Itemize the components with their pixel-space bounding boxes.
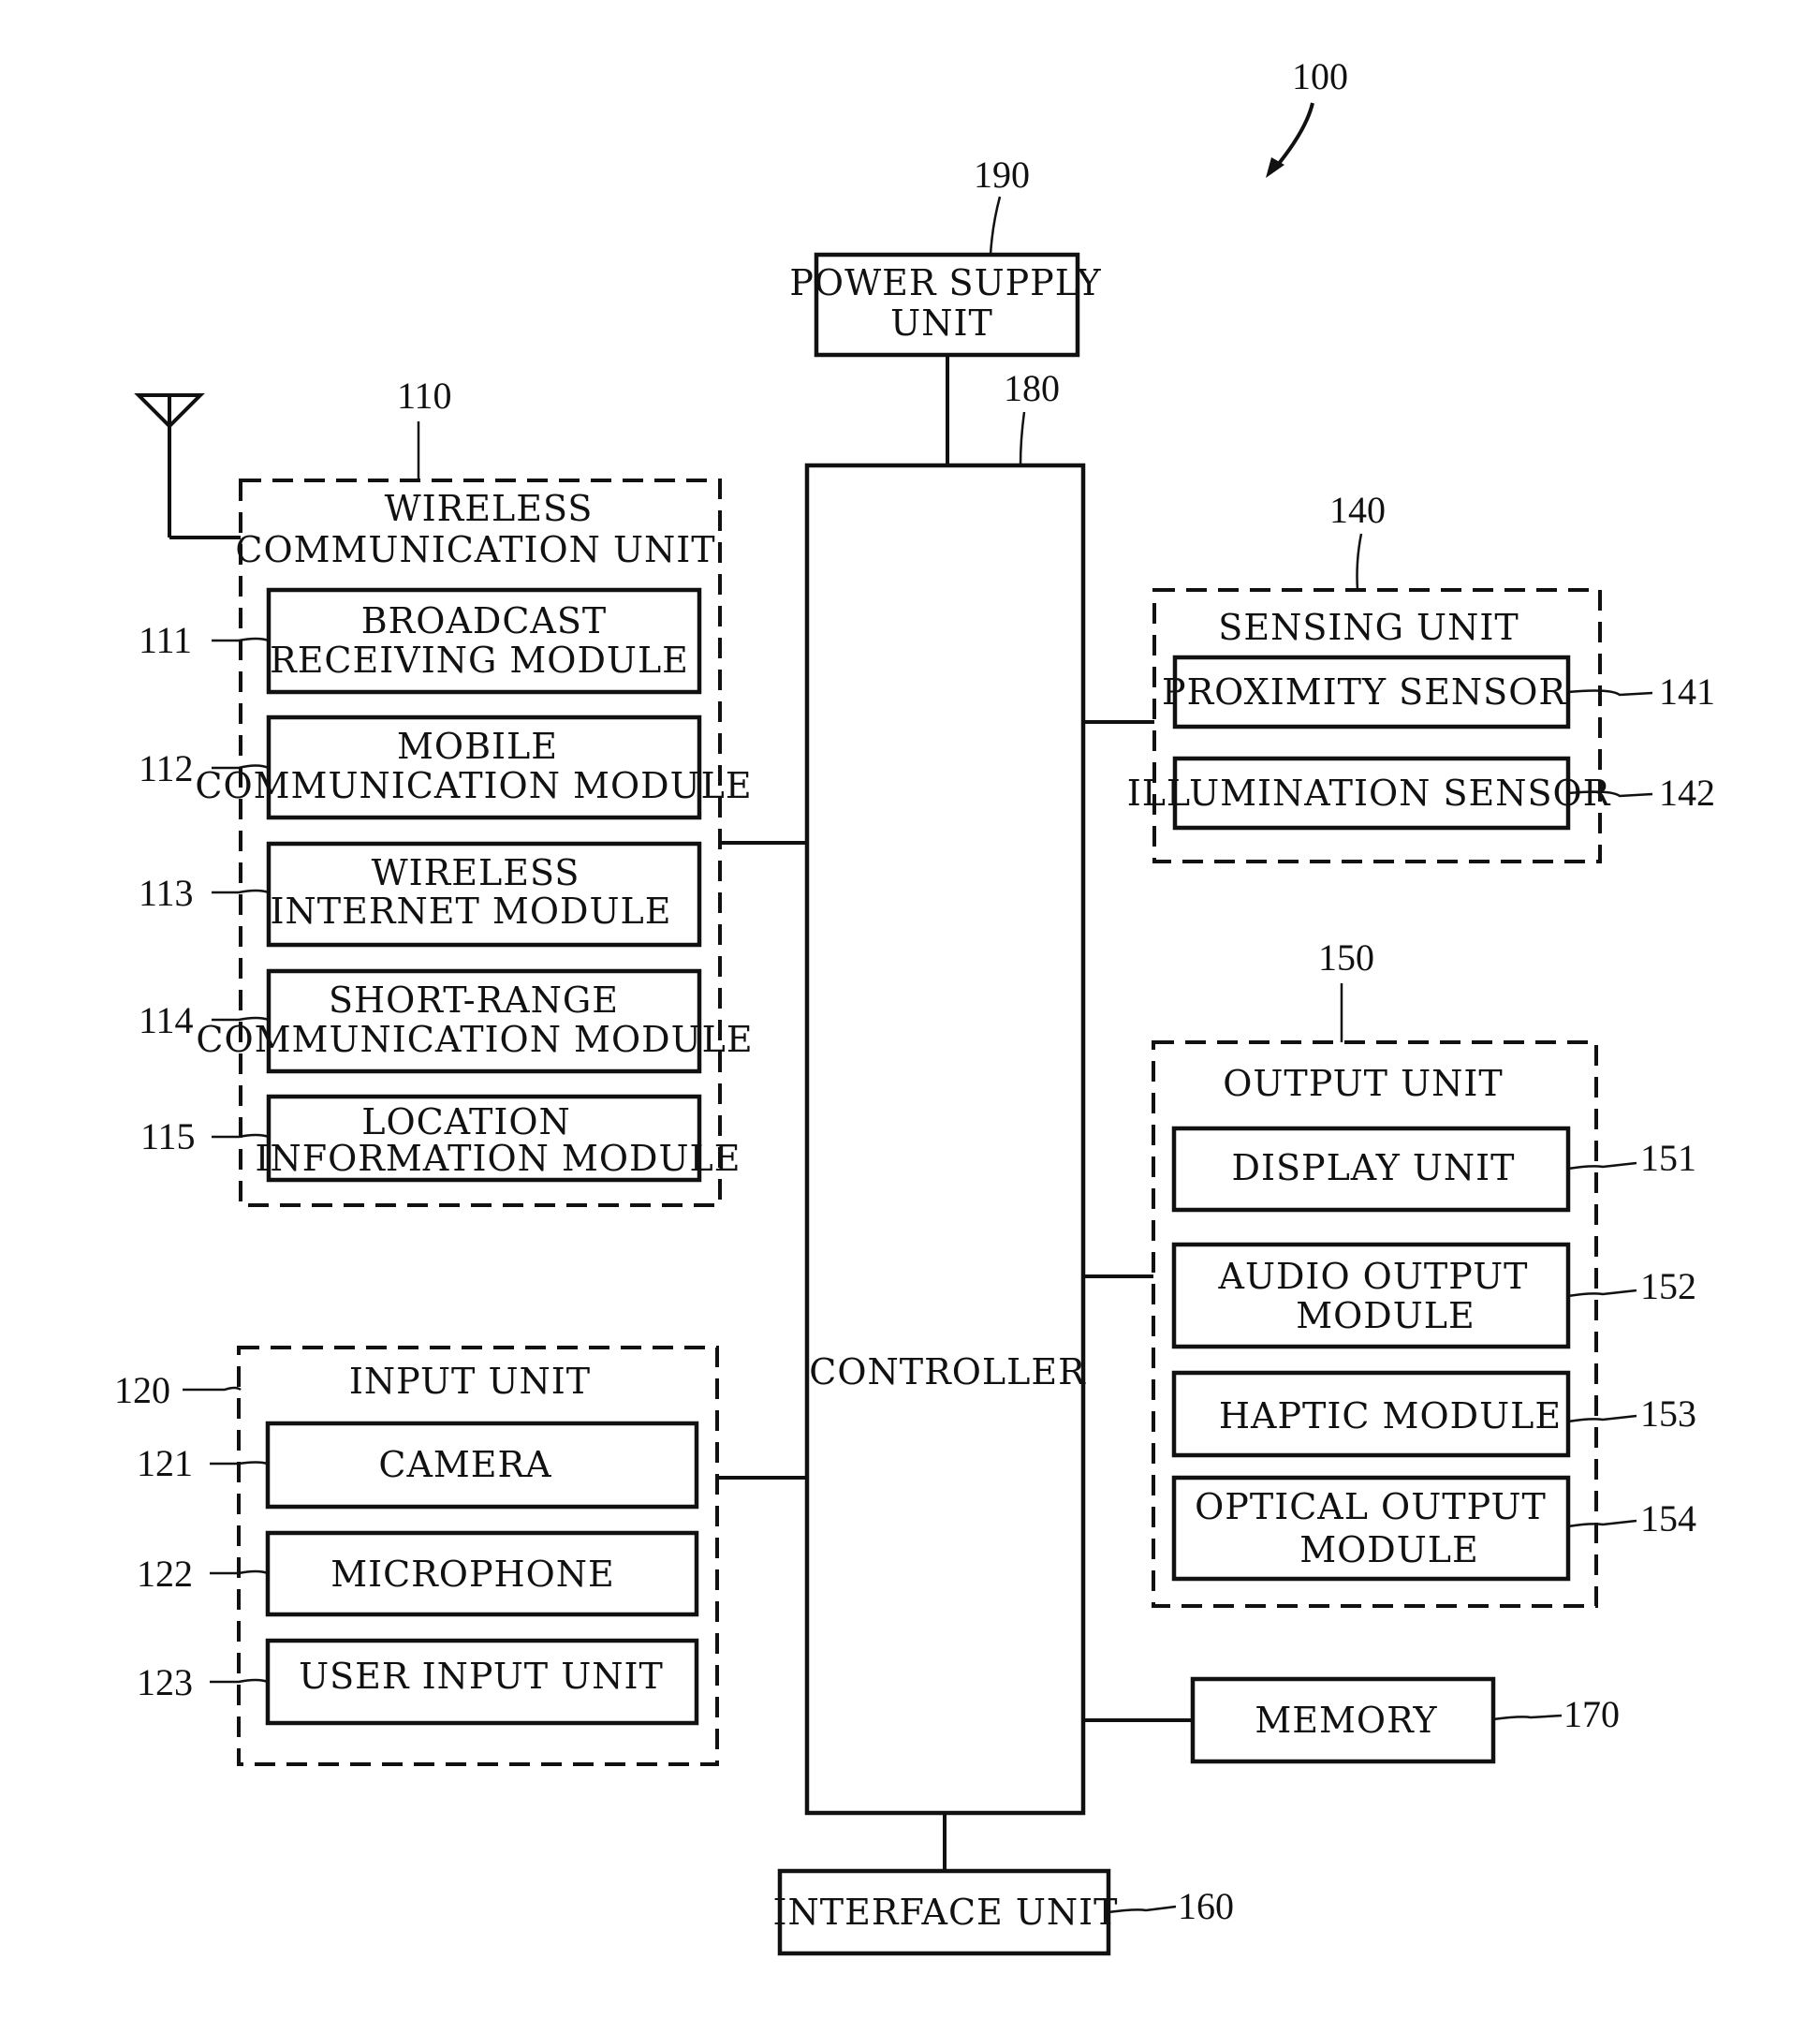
- svg-text:RECEIVING MODULE: RECEIVING MODULE: [270, 640, 689, 681]
- ref-140: 140: [1329, 489, 1386, 531]
- ref-123: 123: [137, 1661, 193, 1703]
- output-title: OUTPUT UNIT: [1223, 1063, 1504, 1104]
- ref-100: 100: [1292, 55, 1348, 97]
- ref-180: 180: [1004, 367, 1060, 409]
- module-142: ILLUMINATION SENSOR 142: [1127, 756, 1715, 831]
- svg-text:PROXIMITY SENSOR: PROXIMITY SENSOR: [1162, 671, 1566, 713]
- ref-110: 110: [397, 375, 452, 417]
- module-121: CAMERA 121: [137, 1421, 699, 1510]
- ref-190: 190: [974, 154, 1030, 196]
- wireless-title-2: COMMUNICATION UNIT: [235, 529, 715, 570]
- ref-141: 141: [1659, 670, 1715, 713]
- ref-114: 114: [139, 999, 194, 1041]
- module-122: MICROPHONE 122: [137, 1530, 699, 1617]
- wireless-title-1: WIRELESS: [385, 488, 594, 529]
- module-123: USER INPUT UNIT 123: [137, 1638, 699, 1726]
- svg-text:COMMUNICATION MODULE: COMMUNICATION MODULE: [196, 1019, 753, 1060]
- module-112: MOBILE COMMUNICATION MODULE 112: [139, 714, 752, 820]
- svg-text:MOBILE: MOBILE: [397, 726, 558, 767]
- ref-115: 115: [140, 1115, 196, 1157]
- power-supply-label-1: POWER SUPPLY: [789, 262, 1101, 303]
- svg-text:CAMERA: CAMERA: [378, 1444, 551, 1485]
- antenna-icon: [134, 393, 241, 539]
- ref-154: 154: [1640, 1497, 1696, 1539]
- module-111: BROADCAST RECEIVING MODULE 111: [139, 587, 702, 695]
- svg-text:COMMUNICATION MODULE: COMMUNICATION MODULE: [195, 765, 752, 806]
- controller-box: [804, 463, 1086, 1816]
- svg-text:INTERNET MODULE: INTERNET MODULE: [271, 891, 672, 932]
- figure-arrow-line: [1271, 102, 1314, 172]
- module-151: DISPLAY UNIT 151: [1171, 1126, 1696, 1213]
- svg-text:HAPTIC MODULE: HAPTIC MODULE: [1219, 1395, 1562, 1436]
- svg-text:WIRELESS: WIRELESS: [372, 852, 580, 893]
- leader-190: [989, 196, 1002, 256]
- controller-label: CONTROLLER: [809, 1351, 1086, 1392]
- interface-label: INTERFACE UNIT: [773, 1892, 1119, 1933]
- ref-142: 142: [1659, 772, 1715, 814]
- leader-120: [183, 1386, 242, 1392]
- leader-180: [1019, 411, 1026, 466]
- module-154: OPTICAL OUTPUT MODULE 154: [1171, 1475, 1696, 1582]
- ref-152: 152: [1640, 1265, 1696, 1307]
- ref-151: 151: [1640, 1137, 1696, 1179]
- ref-160: 160: [1178, 1885, 1234, 1927]
- module-141: PROXIMITY SENSOR 141: [1162, 655, 1715, 729]
- ref-113: 113: [139, 872, 194, 914]
- input-title: INPUT UNIT: [349, 1361, 591, 1402]
- svg-text:MODULE: MODULE: [1296, 1295, 1475, 1336]
- leader-160: [1108, 1905, 1177, 1914]
- memory-label: MEMORY: [1255, 1700, 1437, 1741]
- svg-text:SHORT-RANGE: SHORT-RANGE: [329, 980, 619, 1021]
- svg-text:INFORMATION MODULE: INFORMATION MODULE: [255, 1138, 741, 1179]
- module-153: HAPTIC MODULE 153: [1171, 1370, 1696, 1458]
- ref-150: 150: [1318, 936, 1374, 979]
- leader-140: [1356, 533, 1363, 591]
- svg-text:MODULE: MODULE: [1299, 1529, 1479, 1570]
- svg-text:AUDIO OUTPUT: AUDIO OUTPUT: [1218, 1256, 1529, 1297]
- module-114: SHORT-RANGE COMMUNICATION MODULE 114: [139, 968, 753, 1074]
- sensing-title: SENSING UNIT: [1218, 607, 1519, 648]
- block-diagram: 100 190 POWER SUPPLY UNIT 180 CONTROLLER…: [114, 55, 1715, 1956]
- ref-120: 120: [114, 1369, 170, 1411]
- ref-170: 170: [1563, 1693, 1620, 1735]
- svg-text:LOCATION: LOCATION: [361, 1101, 571, 1142]
- svg-text:OPTICAL OUTPUT: OPTICAL OUTPUT: [1195, 1486, 1547, 1527]
- ref-111: 111: [139, 619, 192, 661]
- svg-text:ILLUMINATION SENSOR: ILLUMINATION SENSOR: [1127, 773, 1611, 814]
- ref-112: 112: [139, 747, 194, 789]
- svg-text:BROADCAST: BROADCAST: [361, 600, 608, 641]
- module-115: LOCATION INFORMATION MODULE 115: [140, 1094, 741, 1183]
- svg-text:MICROPHONE: MICROPHONE: [330, 1554, 615, 1595]
- module-152: AUDIO OUTPUT MODULE 152: [1171, 1242, 1696, 1349]
- power-supply-label-2: UNIT: [890, 302, 993, 344]
- svg-text:DISPLAY UNIT: DISPLAY UNIT: [1231, 1147, 1515, 1188]
- svg-text:USER INPUT UNIT: USER INPUT UNIT: [299, 1656, 664, 1697]
- ref-153: 153: [1640, 1392, 1696, 1435]
- ref-121: 121: [137, 1442, 193, 1484]
- leader-170: [1492, 1714, 1563, 1721]
- module-113: WIRELESS INTERNET MODULE 113: [139, 841, 702, 948]
- ref-122: 122: [137, 1553, 193, 1595]
